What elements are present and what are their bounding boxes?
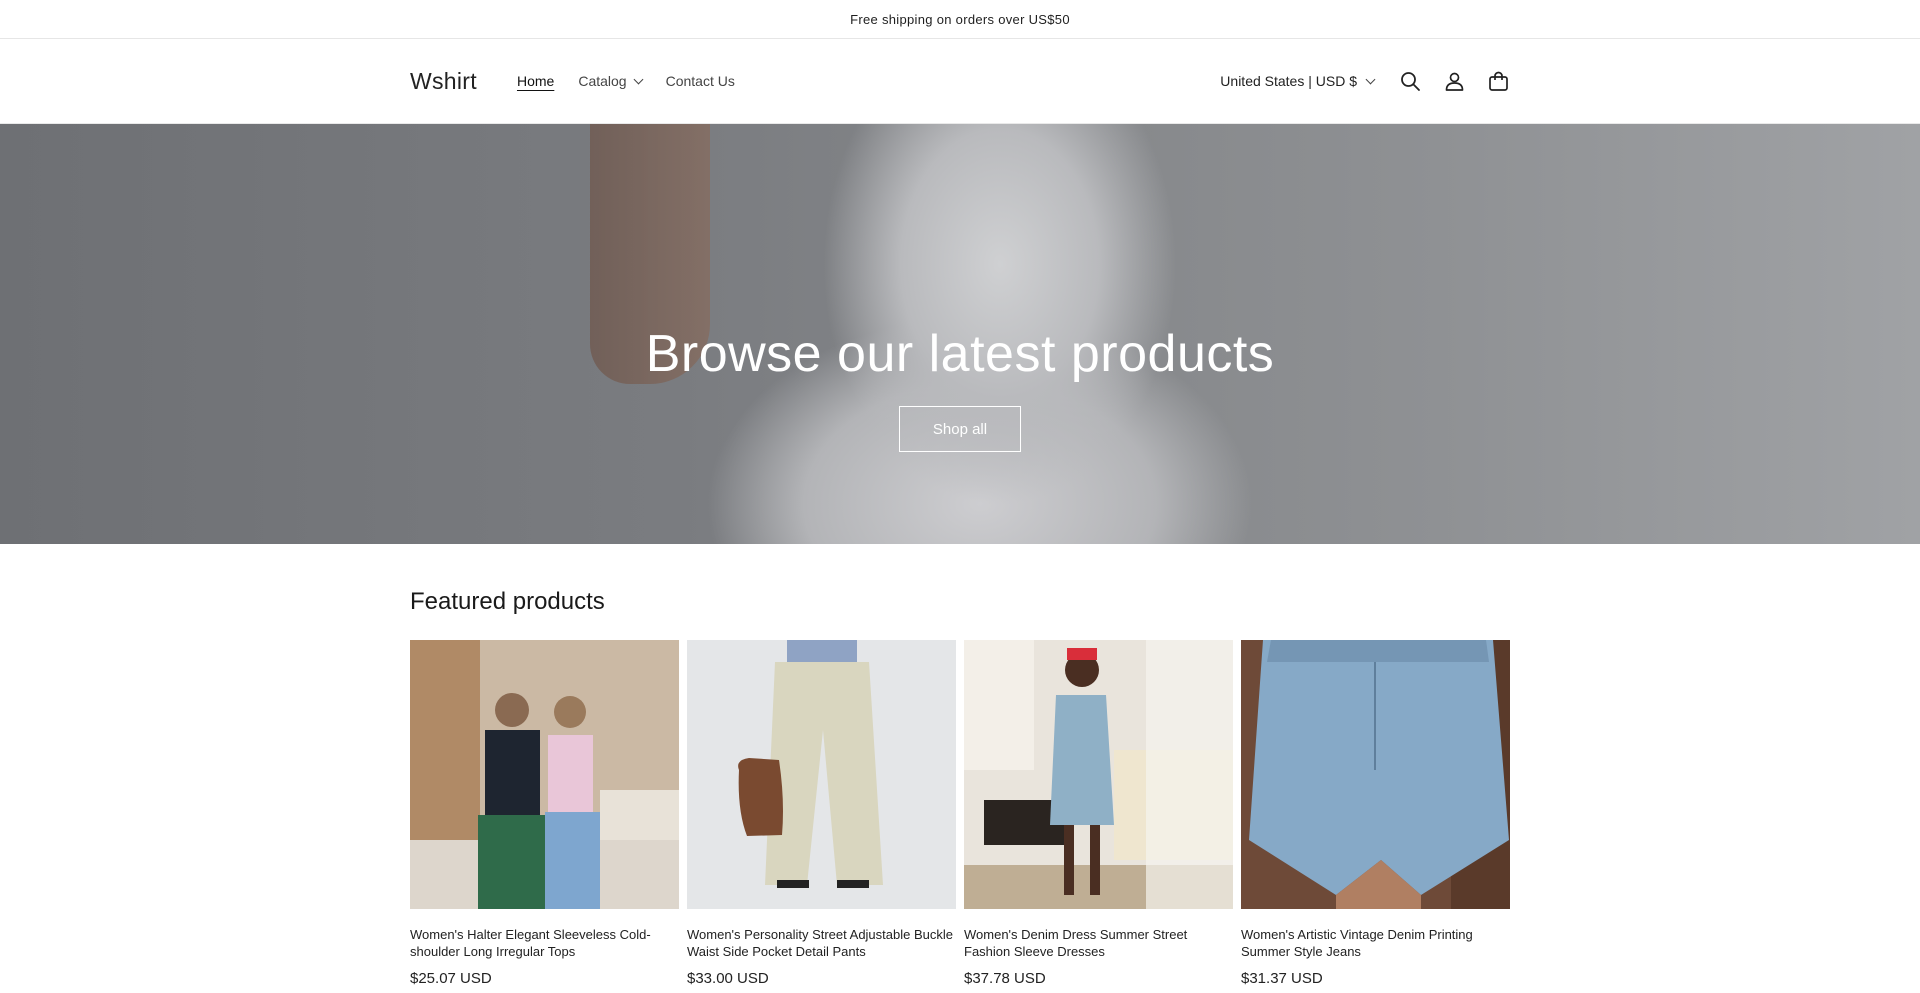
product-card[interactable]: Women's Denim Dress Summer Street Fashio… [964, 640, 1233, 987]
account-button[interactable] [1442, 69, 1466, 93]
product-image[interactable] [687, 640, 956, 909]
cart-icon [1488, 71, 1508, 91]
nav-contact-us[interactable]: Contact Us [666, 73, 735, 89]
product-card[interactable]: Women's Personality Street Adjustable Bu… [687, 640, 956, 987]
product-title[interactable]: Women's Artistic Vintage Denim Printing … [1241, 926, 1510, 960]
hero-banner: Browse our latest products Shop all [0, 124, 1920, 544]
main-nav: Home Catalog Contact Us [517, 73, 735, 89]
nav-catalog[interactable]: Catalog [578, 73, 644, 89]
chevron-down-icon [1365, 74, 1376, 84]
cart-button[interactable] [1486, 69, 1510, 93]
country-currency-selector[interactable]: United States | USD $ [1220, 73, 1376, 89]
product-price: $33.00 USD [687, 970, 769, 987]
announcement-bar: Free shipping on orders over US$50 [0, 0, 1920, 39]
store-logo[interactable]: Wshirt [410, 68, 477, 95]
section-title: Featured products [410, 588, 605, 615]
featured-products-section: Featured products Women's Halter Elegant… [0, 588, 1920, 987]
product-image[interactable] [1241, 640, 1510, 909]
nav-home[interactable]: Home [517, 73, 554, 89]
product-card[interactable]: Women's Halter Elegant Sleeveless Cold-s… [410, 640, 679, 987]
product-title[interactable]: Women's Personality Street Adjustable Bu… [687, 926, 956, 960]
chevron-down-icon [633, 74, 644, 84]
product-title[interactable]: Women's Halter Elegant Sleeveless Cold-s… [410, 926, 679, 960]
product-price: $25.07 USD [410, 970, 492, 987]
country-currency-label: United States | USD $ [1220, 73, 1357, 89]
shop-all-button[interactable]: Shop all [899, 406, 1021, 452]
product-grid: Women's Halter Elegant Sleeveless Cold-s… [410, 640, 1510, 987]
account-icon [1445, 72, 1463, 91]
site-header: Wshirt Home Catalog Contact Us United St… [0, 39, 1920, 124]
search-icon [1400, 71, 1420, 91]
product-price: $37.78 USD [964, 970, 1046, 987]
product-image[interactable] [964, 640, 1233, 909]
product-card[interactable]: Women's Artistic Vintage Denim Printing … [1241, 640, 1510, 987]
search-button[interactable] [1398, 69, 1422, 93]
announcement-text: Free shipping on orders over US$50 [850, 11, 1070, 27]
hero-title: Browse our latest products [645, 325, 1275, 383]
product-image[interactable] [410, 640, 679, 909]
nav-catalog-label: Catalog [578, 73, 627, 89]
product-price: $31.37 USD [1241, 970, 1323, 987]
product-title[interactable]: Women's Denim Dress Summer Street Fashio… [964, 926, 1233, 960]
